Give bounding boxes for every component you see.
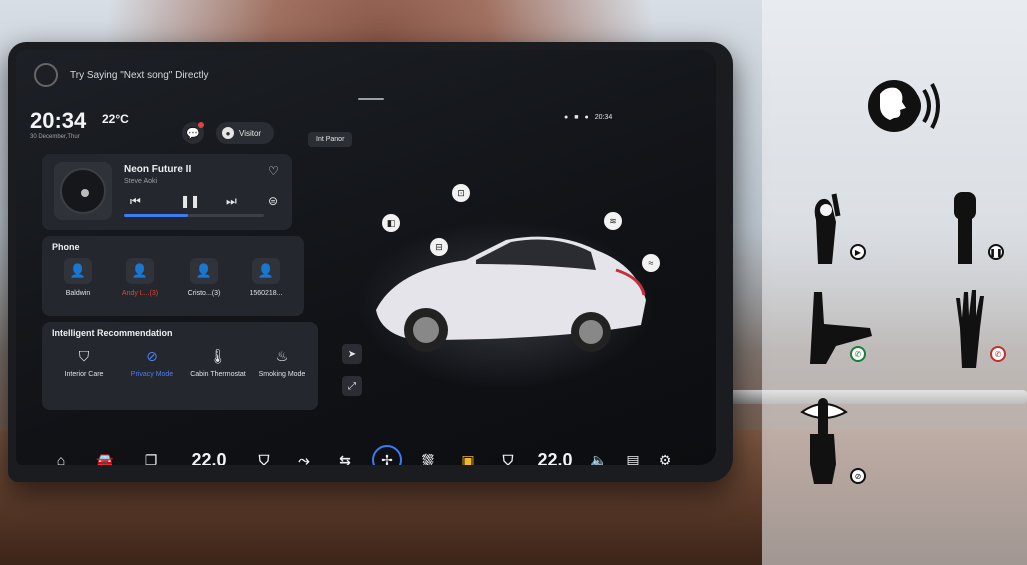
voice-speak-icon	[868, 80, 940, 132]
rec-label: Interior Care	[64, 371, 104, 378]
bottom-dock: ⌂ 🚘 ❐ 22.0 ⛉ ⤳ ⇆ ✢ ⛆ ▣ ⛉ 22.0 🔈 ▤ ⚙	[40, 438, 716, 465]
rec-privacy-mode[interactable]: ⊘ Privacy Mode	[124, 348, 180, 379]
car-settings-icon[interactable]: ⚙	[650, 452, 680, 466]
contact-name: Andy L...(3)	[121, 290, 159, 297]
passenger-temperature[interactable]: 22.0	[528, 450, 582, 466]
phone-card: Phone 👤 Baldwin 👤 Andy L...(3) 👤 Cristo.…	[42, 236, 304, 316]
signal-icon: ●	[564, 114, 569, 121]
call-me-gesture-icon: ✆	[806, 288, 876, 369]
status-bar: ● ■ ● 20:34	[564, 114, 612, 121]
driver-temperature[interactable]: 22.0	[174, 450, 244, 466]
trunk-hotspot-icon[interactable]: ⊡	[452, 184, 470, 202]
pause-icon: ❚❚	[988, 244, 1004, 260]
contact-person-icon: 👤	[190, 258, 218, 284]
song-artist: Steve Aoki	[124, 178, 158, 185]
rec-label: Smoking Mode	[258, 371, 306, 378]
chat-bubble-icon: 💬	[186, 127, 200, 140]
thermometer-icon: 🌡	[209, 348, 227, 364]
smoking-icon: ♨	[275, 348, 289, 364]
window-hotspot-icon[interactable]: ≈	[642, 254, 660, 272]
mirror-hotspot-icon[interactable]: ◧	[382, 214, 400, 232]
camera-icon: ■	[574, 114, 579, 121]
rec-interior-care[interactable]: ⛉ Interior Care	[56, 348, 112, 379]
fist-gesture-icon: ❚❚	[950, 186, 1004, 271]
windshield-defrost-icon[interactable]: ⛆	[408, 452, 448, 466]
music-card[interactable]: Neon Future II Steve Aoki ♡ ⏮ ❚❚ ⏭ ⊜	[42, 154, 292, 230]
seat-adjust-icon[interactable]: ⛉	[244, 452, 284, 466]
skip-back-icon[interactable]: ⏮	[130, 194, 141, 209]
contact-person-icon: 👤	[64, 258, 92, 284]
rec-cabin-thermostat[interactable]: 🌡 Cabin Thermostat	[190, 348, 246, 379]
visitor-label: Visitor	[239, 128, 262, 138]
notification-dot	[198, 122, 204, 128]
contact-item[interactable]: 👤 Baldwin	[52, 258, 104, 297]
rec-label: Cabin Thermostat	[190, 371, 246, 378]
fan-icon: ✢	[372, 445, 402, 465]
contact-name: Cristo...(3)	[187, 290, 221, 297]
voice-assistant-bar[interactable]: Try Saying "Next song" Directly	[34, 62, 208, 88]
vinyl-icon	[60, 168, 106, 214]
contact-item[interactable]: 👤 Andy L...(3)	[114, 258, 166, 297]
voice-hint-text: Try Saying "Next song" Directly	[70, 69, 209, 81]
drag-handle[interactable]	[358, 98, 384, 100]
door-hotspot-icon[interactable]: ⊟	[430, 238, 448, 256]
seat-icon: ⛉	[78, 348, 90, 364]
contact-person-icon: 👤	[252, 258, 280, 284]
side-panel-icon[interactable]: ▤	[616, 452, 650, 466]
air-recirculation-icon[interactable]: ⇆	[324, 452, 366, 466]
voice-assistant-icon[interactable]	[34, 63, 58, 87]
fan-direction-icon[interactable]: ⤳	[284, 452, 324, 466]
message-button[interactable]: 💬	[182, 122, 204, 144]
hang-up-icon: ✆	[990, 346, 1006, 362]
volume-icon[interactable]: 🔈	[582, 452, 616, 466]
sunroof-hotspot-icon[interactable]: ≋	[604, 212, 622, 230]
phone-title: Phone	[52, 242, 80, 252]
shush-gesture-icon: ⊘	[800, 394, 866, 491]
status-time: 20:34	[594, 114, 613, 121]
bluetooth-icon: ●	[584, 114, 589, 121]
user-icon: ●	[222, 127, 234, 139]
answer-call-icon: ✆	[850, 346, 866, 362]
apps-icon[interactable]: ❐	[128, 452, 174, 466]
car-icon[interactable]: 🚘	[82, 452, 128, 466]
outside-temperature: 22°C	[102, 112, 129, 126]
pause-icon[interactable]: ❚❚	[180, 194, 200, 208]
skip-forward-icon[interactable]: ⏭	[226, 194, 237, 209]
privacy-icon: ⊘	[146, 348, 158, 364]
display-screen: Try Saying "Next song" Directly 20:34 22…	[16, 50, 716, 465]
fan-button[interactable]: ✢	[366, 445, 408, 465]
list-icon[interactable]: ⊜	[268, 194, 278, 208]
contact-name: Baldwin	[65, 290, 91, 297]
rec-smoking-mode[interactable]: ♨ Smoking Mode	[254, 348, 310, 379]
view-mode-button[interactable]: Int Panor	[308, 132, 353, 147]
ok-hand-gesture-icon: ▶	[806, 186, 866, 271]
rear-defrost-icon[interactable]: ▣	[448, 452, 488, 466]
music-progress-bar[interactable]	[124, 214, 264, 217]
heart-icon[interactable]: ♡	[268, 164, 279, 178]
recommendation-card: Intelligent Recommendation ⛉ Interior Ca…	[42, 322, 318, 410]
contact-name: 1560218...	[249, 290, 283, 297]
seat-heat-icon[interactable]: ⛉	[488, 452, 528, 466]
home-icon[interactable]: ⌂	[40, 452, 82, 465]
infotainment-display: Try Saying "Next song" Directly 20:34 22…	[8, 42, 733, 482]
contact-person-icon: 👤	[126, 258, 154, 284]
clock-date: 30 December,Thur	[30, 134, 80, 140]
visitor-button[interactable]: ● Visitor	[216, 122, 274, 144]
contact-item[interactable]: 👤 Cristo...(3)	[178, 258, 230, 297]
mute-icon: ⊘	[850, 468, 866, 484]
clock-time: 20:34	[30, 108, 87, 133]
recommendation-title: Intelligent Recommendation	[52, 328, 173, 338]
play-icon: ▶	[850, 244, 866, 260]
music-progress-fill	[124, 214, 189, 217]
open-palm-gesture-icon: ✆	[952, 288, 1006, 373]
song-title: Neon Future II	[124, 164, 192, 175]
rec-label: Privacy Mode	[130, 371, 174, 378]
contact-item[interactable]: 👤 1560218...	[240, 258, 292, 297]
album-art	[54, 162, 112, 220]
